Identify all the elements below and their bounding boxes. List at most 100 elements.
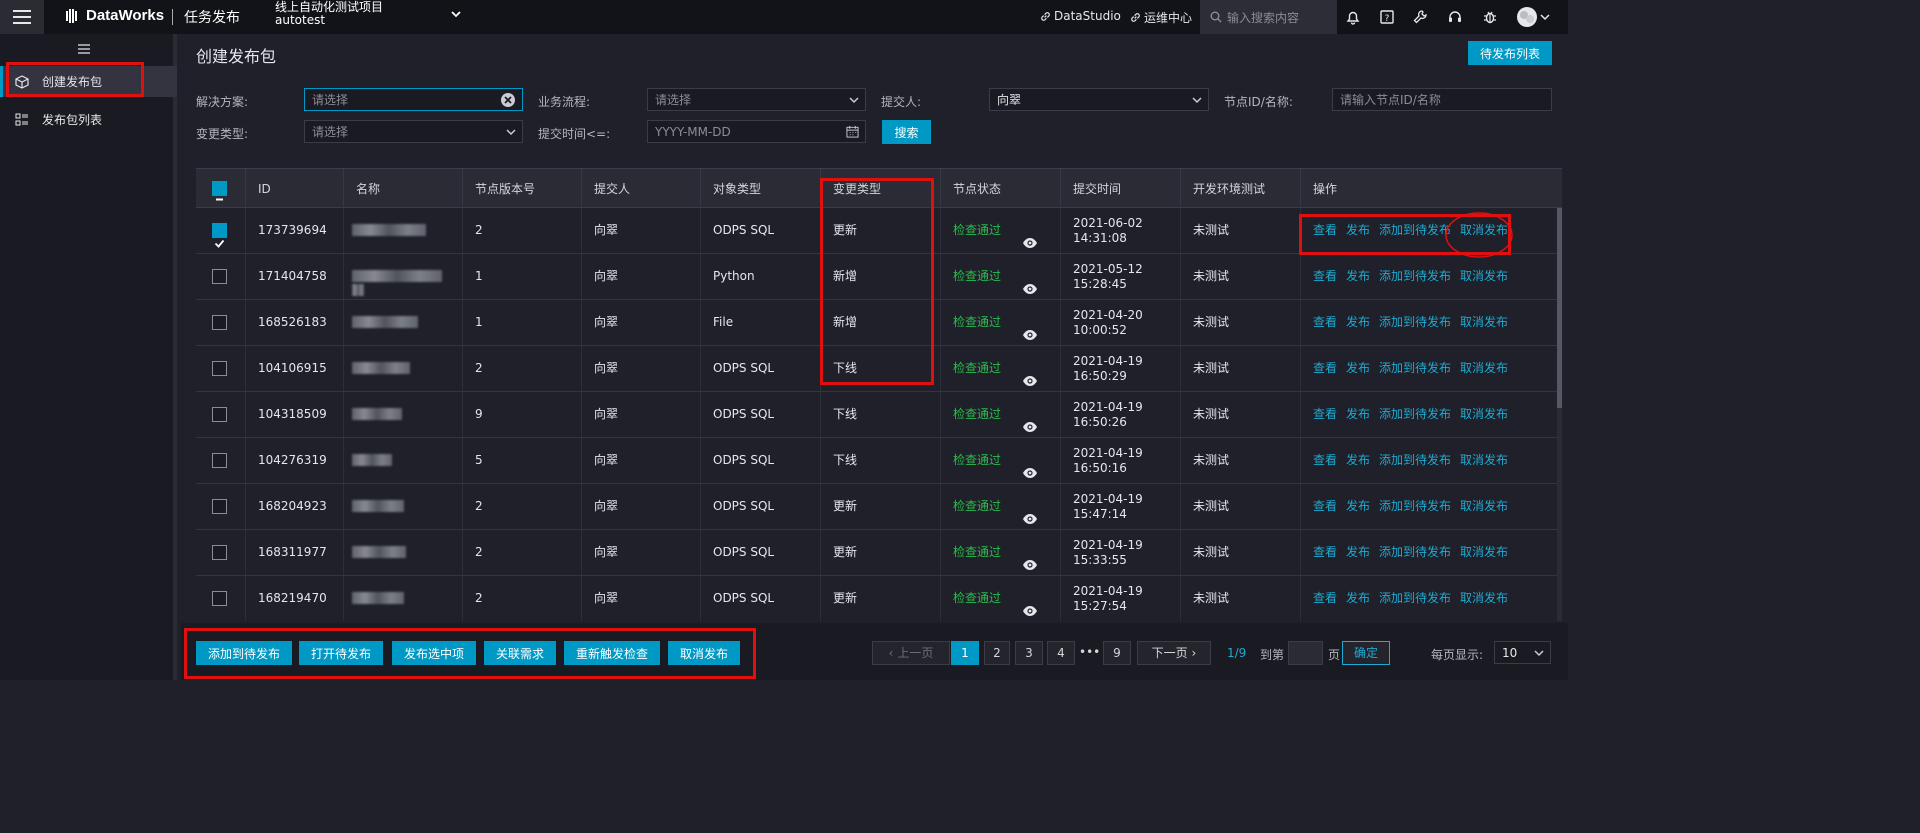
table-row[interactable]: 168204923 2 向翠 ODPS SQL 更新 检查通过 2021-04-19 15:4… <box>196 484 1562 530</box>
view-link[interactable]: 查看 <box>1313 361 1337 375</box>
cancel-publish-link[interactable]: 取消发布 <box>1460 361 1508 375</box>
table-row[interactable]: 173739694 2 向翠 ODPS SQL 更新 检查通过 2021-06-02 14:3… <box>196 208 1562 254</box>
datastudio-link[interactable]: DataStudio <box>1040 9 1121 23</box>
table-row[interactable]: 104276319 5 向翠 ODPS SQL 下线 检查通过 2021-04-19 16:5… <box>196 438 1562 484</box>
page-3-button[interactable]: 3 <box>1015 641 1043 665</box>
add-to-pending-link[interactable]: 添加到待发布 <box>1379 499 1451 513</box>
table-row[interactable]: 104318509 9 向翠 ODPS SQL 下线 检查通过 2021-04-19 16:5… <box>196 392 1562 438</box>
view-link[interactable]: 查看 <box>1313 545 1337 559</box>
row-checkbox[interactable] <box>212 499 227 514</box>
cancel-publish-link[interactable]: 取消发布 <box>1460 453 1508 467</box>
submit-time-input[interactable]: YYYY-MM-DD <box>647 120 866 143</box>
calendar-icon[interactable] <box>846 125 859 138</box>
status-passed[interactable]: 检查通过 <box>953 499 1001 513</box>
prev-page-button[interactable]: ‹ 上一页 <box>872 641 950 665</box>
add-to-pending-link[interactable]: 添加到待发布 <box>1379 407 1451 421</box>
view-link[interactable]: 查看 <box>1313 315 1337 329</box>
dataworks-logo[interactable]: DataWorks <box>64 7 164 24</box>
recheck-button[interactable]: 重新触发检查 <box>564 641 660 665</box>
pending-list-button[interactable]: 待发布列表 <box>1468 41 1552 65</box>
ops-center-link[interactable]: 运维中心 <box>1130 9 1192 26</box>
add-to-pending-link[interactable]: 添加到待发布 <box>1379 591 1451 605</box>
cancel-publish-button[interactable]: 取消发布 <box>668 641 740 665</box>
bell-icon[interactable] <box>1342 6 1364 28</box>
publish-link[interactable]: 发布 <box>1346 407 1370 421</box>
help-icon[interactable]: ? <box>1376 6 1398 28</box>
eye-icon[interactable] <box>1022 591 1038 621</box>
row-checkbox[interactable] <box>212 361 227 376</box>
add-to-pending-link[interactable]: 添加到待发布 <box>1379 361 1451 375</box>
table-row[interactable]: 168311977 2 向翠 ODPS SQL 更新 检查通过 2021-04-19 15:3… <box>196 530 1562 576</box>
view-link[interactable]: 查看 <box>1313 223 1337 237</box>
publish-link[interactable]: 发布 <box>1346 499 1370 513</box>
cancel-publish-link[interactable]: 取消发布 <box>1460 407 1508 421</box>
status-passed[interactable]: 检查通过 <box>953 269 1001 283</box>
view-link[interactable]: 查看 <box>1313 453 1337 467</box>
row-checkbox[interactable] <box>212 269 227 284</box>
open-pending-button[interactable]: 打开待发布 <box>299 641 383 665</box>
bug-icon[interactable] <box>1479 6 1501 28</box>
menu-icon[interactable] <box>0 0 44 34</box>
cancel-publish-link[interactable]: 取消发布 <box>1460 499 1508 513</box>
page-2-button[interactable]: 2 <box>984 641 1010 665</box>
per-page-select[interactable]: 10 <box>1494 641 1551 664</box>
publish-link[interactable]: 发布 <box>1346 269 1370 283</box>
row-checkbox[interactable] <box>212 545 227 560</box>
view-link[interactable]: 查看 <box>1313 269 1337 283</box>
search-button[interactable]: 搜索 <box>882 120 931 144</box>
add-to-pending-link[interactable]: 添加到待发布 <box>1379 545 1451 559</box>
cancel-publish-link[interactable]: 取消发布 <box>1460 545 1508 559</box>
clear-icon[interactable] <box>500 92 516 108</box>
publish-link[interactable]: 发布 <box>1346 545 1370 559</box>
row-checkbox[interactable] <box>212 315 227 330</box>
page-9-button[interactable]: 9 <box>1103 641 1131 665</box>
publish-link[interactable]: 发布 <box>1346 453 1370 467</box>
node-input[interactable]: 请输入节点ID/名称 <box>1332 88 1552 111</box>
user-avatar-icon[interactable] <box>1516 6 1538 28</box>
add-to-pending-link[interactable]: 添加到待发布 <box>1379 223 1451 237</box>
cancel-publish-link[interactable]: 取消发布 <box>1460 269 1508 283</box>
publish-link[interactable]: 发布 <box>1346 315 1370 329</box>
status-passed[interactable]: 检查通过 <box>953 223 1001 237</box>
sidebar-item-package-list[interactable]: 发布包列表 <box>0 104 177 135</box>
confirm-goto-button[interactable]: 确定 <box>1342 641 1390 665</box>
chevron-down-icon[interactable] <box>450 8 462 20</box>
status-passed[interactable]: 检查通过 <box>953 453 1001 467</box>
row-checkbox[interactable] <box>212 407 227 422</box>
sidebar-item-create-package[interactable]: 创建发布包 <box>0 66 177 97</box>
global-search[interactable]: 输入搜索内容 <box>1200 0 1337 34</box>
select-all-checkbox[interactable] <box>212 181 227 201</box>
status-passed[interactable]: 检查通过 <box>953 407 1001 421</box>
headset-icon[interactable] <box>1444 6 1466 28</box>
collapse-menu-icon[interactable] <box>78 44 90 54</box>
add-to-pending-link[interactable]: 添加到待发布 <box>1379 315 1451 329</box>
cancel-publish-link[interactable]: 取消发布 <box>1460 315 1508 329</box>
table-row[interactable]: 171404758 1 向翠 Python 新增 检查通过 2021-05-12 15:28:… <box>196 254 1562 300</box>
publish-selected-button[interactable]: 发布选中项 <box>392 641 476 665</box>
view-link[interactable]: 查看 <box>1313 407 1337 421</box>
table-row[interactable]: 168219470 2 向翠 ODPS SQL 更新 检查通过 2021-04-19 15:2… <box>196 576 1562 621</box>
next-page-button[interactable]: 下一页 › <box>1137 641 1211 665</box>
publish-link[interactable]: 发布 <box>1346 591 1370 605</box>
link-requirement-button[interactable]: 关联需求 <box>484 641 556 665</box>
status-passed[interactable]: 检查通过 <box>953 591 1001 605</box>
change-type-select[interactable]: 请选择 <box>304 120 523 143</box>
submitter-select[interactable]: 向翠 <box>989 88 1209 111</box>
table-row[interactable]: 168526183 1 向翠 File 新增 检查通过 2021-04-20 10:00:52… <box>196 300 1562 346</box>
publish-link[interactable]: 发布 <box>1346 361 1370 375</box>
status-passed[interactable]: 检查通过 <box>953 315 1001 329</box>
row-checkbox[interactable] <box>212 453 227 468</box>
row-checkbox[interactable] <box>212 223 227 248</box>
status-passed[interactable]: 检查通过 <box>953 545 1001 559</box>
wrench-icon[interactable] <box>1409 6 1431 28</box>
publish-link[interactable]: 发布 <box>1346 223 1370 237</box>
goto-page-input[interactable] <box>1288 641 1323 665</box>
chevron-down-icon[interactable] <box>1540 13 1550 21</box>
cancel-publish-link[interactable]: 取消发布 <box>1460 591 1508 605</box>
page-1-button[interactable]: 1 <box>951 641 979 665</box>
row-checkbox[interactable] <box>212 591 227 606</box>
status-passed[interactable]: 检查通过 <box>953 361 1001 375</box>
flow-select[interactable]: 请选择 <box>647 88 866 111</box>
table-row[interactable]: 104106915 2 向翠 ODPS SQL 下线 检查通过 2021-04-19 16:5… <box>196 346 1562 392</box>
view-link[interactable]: 查看 <box>1313 591 1337 605</box>
